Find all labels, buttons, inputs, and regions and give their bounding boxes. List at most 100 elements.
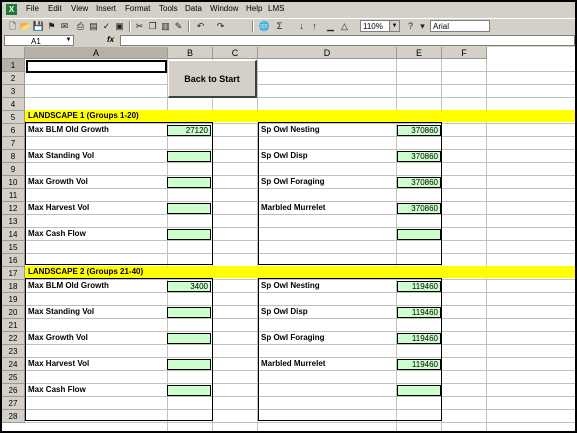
row-header-14[interactable]: 14	[2, 228, 25, 241]
print-preview-icon[interactable]: ▤	[87, 20, 100, 33]
select-all-corner[interactable]	[2, 47, 25, 59]
row-header-18[interactable]: 18	[2, 280, 25, 293]
open-icon[interactable]: 📂	[19, 20, 32, 33]
menu-data[interactable]: Data	[185, 4, 202, 13]
autosum-icon[interactable]: Σ	[273, 20, 286, 33]
menu-help[interactable]: Help	[246, 4, 262, 13]
landscape2-right-label: Sp Owl Foraging	[261, 333, 325, 342]
landscape1-right-value-cell[interactable]: 370860	[397, 177, 441, 188]
new-icon[interactable]: 🗋	[6, 20, 19, 33]
row-header-25[interactable]: 25	[2, 371, 25, 384]
row-header-19[interactable]: 19	[2, 293, 25, 306]
row-header-5[interactable]: 5	[2, 111, 25, 124]
menu-format[interactable]: Format	[125, 4, 150, 13]
landscape2-right-value-cell[interactable]: 119460	[397, 281, 441, 292]
permission-icon[interactable]: ⚑	[45, 20, 58, 33]
drawing-icon[interactable]: △	[338, 20, 351, 33]
landscape1-left-value-cell[interactable]	[167, 151, 211, 162]
row-header-1[interactable]: 1	[2, 59, 25, 72]
landscape2-right-value-cell[interactable]	[397, 385, 441, 396]
column-header-f[interactable]: F	[442, 47, 487, 59]
landscape2-left-value-cell[interactable]	[167, 359, 211, 370]
toolbar-options-icon[interactable]: ▾	[416, 20, 429, 33]
chevron-down-icon[interactable]: ▼	[389, 21, 399, 31]
row-header-7[interactable]: 7	[2, 137, 25, 150]
landscape2-right-value-cell[interactable]: 119460	[397, 307, 441, 318]
menu-window[interactable]: Window	[210, 4, 238, 13]
excel-window: X File Edit View Insert Format Tools Dat…	[2, 2, 575, 431]
row-header-26[interactable]: 26	[2, 384, 25, 397]
row-header-20[interactable]: 20	[2, 306, 25, 319]
row-header-8[interactable]: 8	[2, 150, 25, 163]
row-header-13[interactable]: 13	[2, 215, 25, 228]
row-header-12[interactable]: 12	[2, 202, 25, 215]
excel-app-icon[interactable]: X	[6, 4, 17, 15]
landscape2-left-value-cell[interactable]	[167, 307, 211, 318]
row-header-3[interactable]: 3	[2, 85, 25, 98]
print-icon[interactable]: ⎙	[74, 20, 87, 33]
menu-edit[interactable]: Edit	[48, 4, 62, 13]
row-header-23[interactable]: 23	[2, 345, 25, 358]
cut-icon[interactable]: ✂	[133, 20, 146, 33]
research-icon[interactable]: ▣	[113, 20, 126, 33]
column-header-e[interactable]: E	[397, 47, 442, 59]
column-header-d[interactable]: D	[258, 47, 397, 59]
landscape1-left-value-cell[interactable]	[167, 229, 211, 240]
column-header-a[interactable]: A	[25, 47, 168, 59]
menu-insert[interactable]: Insert	[96, 4, 116, 13]
paste-icon[interactable]: ▥	[159, 20, 172, 33]
sort-descending-icon[interactable]: ↑	[308, 20, 321, 33]
active-cell-a1[interactable]	[26, 60, 167, 73]
row-header-28[interactable]: 28	[2, 410, 25, 423]
chart-wizard-icon[interactable]: ▁	[324, 20, 337, 33]
landscape1-right-value-cell[interactable]: 370860	[397, 125, 441, 136]
row-header-27[interactable]: 27	[2, 397, 25, 410]
spelling-icon[interactable]: ✓	[100, 20, 113, 33]
row-header-2[interactable]: 2	[2, 72, 25, 85]
row-header-9[interactable]: 9	[2, 163, 25, 176]
row-header-22[interactable]: 22	[2, 332, 25, 345]
sort-ascending-icon[interactable]: ↓	[295, 20, 308, 33]
row-gridline	[25, 344, 575, 345]
landscape2-left-value-cell[interactable]	[167, 333, 211, 344]
landscape1-left-value-cell[interactable]	[167, 203, 211, 214]
row-header-24[interactable]: 24	[2, 358, 25, 371]
menu-tools[interactable]: Tools	[159, 4, 178, 13]
email-icon[interactable]: ✉	[58, 20, 71, 33]
save-icon[interactable]: 💾	[32, 20, 45, 33]
name-box[interactable]: A1 ▼	[4, 35, 74, 46]
row-header-17[interactable]: 17	[2, 267, 25, 280]
undo-icon[interactable]: ↶	[194, 20, 207, 33]
menu-view[interactable]: View	[71, 4, 88, 13]
insert-function-icon[interactable]: fx	[107, 35, 114, 44]
landscape2-left-value-cell[interactable]: 3400	[167, 281, 211, 292]
insert-hyperlink-icon[interactable]: 🌐	[258, 20, 271, 33]
menu-lms[interactable]: LMS	[268, 4, 284, 13]
chevron-down-icon[interactable]: ▼	[64, 36, 73, 45]
row-header-10[interactable]: 10	[2, 176, 25, 189]
column-header-b[interactable]: B	[168, 47, 213, 59]
landscape2-right-value-cell[interactable]: 119460	[397, 333, 441, 344]
landscape1-left-value-cell[interactable]: 27120	[167, 125, 211, 136]
landscape2-right-value-cell[interactable]: 119460	[397, 359, 441, 370]
row-header-6[interactable]: 6	[2, 124, 25, 137]
landscape2-left-value-cell[interactable]	[167, 385, 211, 396]
font-select[interactable]: Arial	[430, 20, 490, 32]
row-header-15[interactable]: 15	[2, 241, 25, 254]
landscape1-left-value-cell[interactable]	[167, 177, 211, 188]
zoom-select[interactable]: 110% ▼	[360, 20, 400, 32]
format-painter-icon[interactable]: ✎	[172, 20, 185, 33]
redo-icon[interactable]: ↷	[214, 20, 227, 33]
row-header-16[interactable]: 16	[2, 254, 25, 267]
row-header-4[interactable]: 4	[2, 98, 25, 111]
row-header-21[interactable]: 21	[2, 319, 25, 332]
back-to-start-button[interactable]: Back to Start	[168, 60, 257, 98]
menu-file[interactable]: File	[26, 4, 39, 13]
column-header-c[interactable]: C	[213, 47, 258, 59]
landscape1-right-value-cell[interactable]: 370860	[397, 203, 441, 214]
landscape1-right-value-cell[interactable]	[397, 229, 441, 240]
formula-input[interactable]	[120, 35, 575, 46]
landscape1-right-value-cell[interactable]: 370860	[397, 151, 441, 162]
copy-icon[interactable]: ❐	[146, 20, 159, 33]
row-header-11[interactable]: 11	[2, 189, 25, 202]
